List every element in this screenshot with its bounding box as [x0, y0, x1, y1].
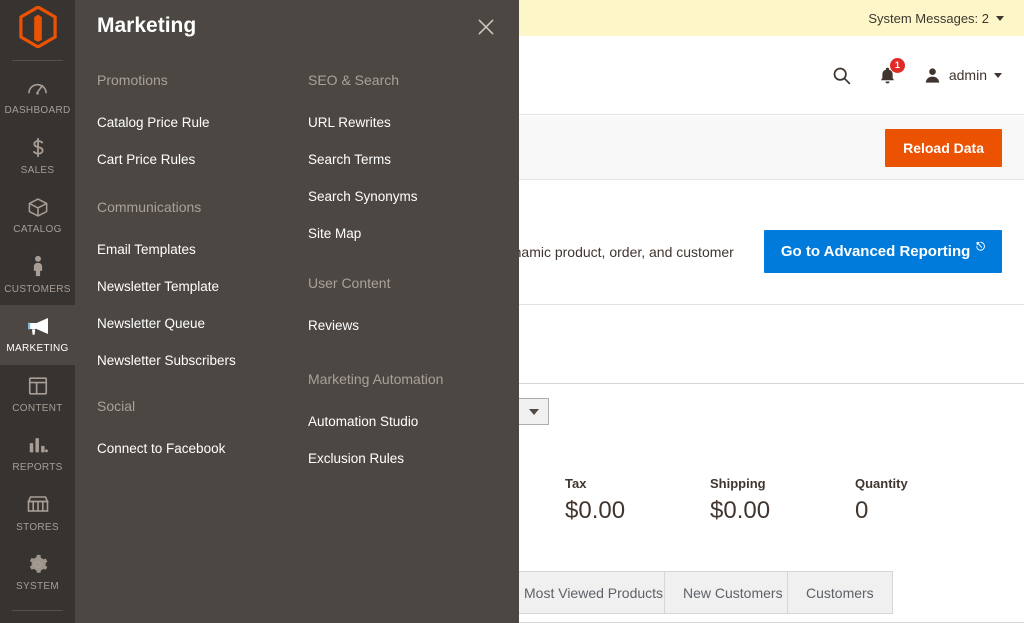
sidebar-item-label: Stores: [16, 521, 59, 533]
sidebar-divider-bottom: [12, 609, 63, 611]
flyout-left-column: Promotions Catalog Price Rule Cart Price…: [97, 72, 308, 504]
admin-sidebar: Dashboard Sales Catalog: [0, 0, 75, 623]
sidebar-item-content[interactable]: Content: [0, 365, 75, 425]
admin-user-name: admin: [948, 67, 987, 83]
go-to-advanced-reporting-button[interactable]: Go to Advanced Reporting ⎋: [763, 230, 1002, 273]
menu-item-email-templates[interactable]: Email Templates: [97, 242, 308, 257]
sidebar-item-system[interactable]: System: [0, 543, 75, 603]
gear-icon: [26, 552, 49, 576]
admin-user-menu[interactable]: admin: [923, 66, 1002, 85]
group-title: Communications: [97, 199, 202, 215]
tab-most-viewed-products[interactable]: Most Viewed Products: [505, 571, 683, 614]
menu-item-catalog-price-rule[interactable]: Catalog Price Rule: [97, 115, 308, 130]
sidebar-item-label: Content: [12, 402, 63, 414]
bar-chart-icon: [27, 433, 49, 457]
menu-item-search-terms[interactable]: Search Terms: [308, 152, 519, 167]
tab-new-customers[interactable]: New Customers: [664, 571, 802, 614]
period-select-dropdown[interactable]: [518, 398, 549, 425]
user-avatar-icon: [925, 67, 940, 83]
chevron-down-icon: [996, 15, 1004, 21]
group-user-content: User Content Reviews: [308, 275, 519, 333]
tab-customers[interactable]: Customers: [787, 571, 893, 614]
menu-item-newsletter-queue[interactable]: Newsletter Queue: [97, 316, 308, 331]
flyout-title: Marketing: [97, 14, 197, 37]
group-title: SEO & Search: [308, 72, 400, 88]
dashboard-gauge-icon: [26, 76, 49, 100]
menu-item-automation-studio[interactable]: Automation Studio: [308, 414, 519, 429]
marketing-flyout-panel: Marketing Promotions Catalog Price Rule …: [75, 0, 519, 623]
chevron-down-icon: [994, 72, 1002, 78]
sidebar-item-label: Catalog: [13, 224, 62, 235]
sidebar-item-dashboard[interactable]: Dashboard: [0, 67, 75, 127]
group-marketing-automation: Marketing Automation Automation Studio E…: [308, 371, 519, 466]
group-title: Social: [97, 398, 136, 414]
group-social: Social Connect to Facebook: [97, 398, 308, 456]
menu-item-newsletter-template[interactable]: Newsletter Template: [97, 279, 308, 294]
sidebar-item-stores[interactable]: Stores: [0, 484, 75, 544]
group-title: User Content: [308, 275, 391, 291]
menu-item-site-map[interactable]: Site Map: [308, 226, 519, 241]
stat-value: 0: [855, 497, 869, 524]
menu-item-newsletter-subscribers[interactable]: Newsletter Subscribers: [97, 353, 308, 368]
system-messages-toggle[interactable]: System Messages: 2: [868, 11, 1004, 26]
storefront-awning-icon: [26, 493, 50, 517]
system-messages-label: System Messages: 2: [868, 10, 989, 26]
stat-label: Tax: [565, 476, 587, 491]
box-icon: [26, 195, 50, 219]
close-x-icon[interactable]: [473, 14, 499, 40]
sidebar-item-label: Reports: [12, 462, 63, 473]
chevron-down-icon: [528, 408, 539, 415]
sidebar-item-catalog[interactable]: Catalog: [0, 186, 75, 246]
notification-badge-count: 1: [889, 57, 905, 73]
menu-item-connect-to-facebook[interactable]: Connect to Facebook: [97, 441, 308, 456]
magento-admin-screen: eir xml configs. System Messages: 2 1: [0, 0, 1024, 623]
megaphone-icon: [25, 314, 51, 338]
menu-item-url-rewrites[interactable]: URL Rewrites: [308, 115, 519, 130]
search-icon[interactable]: [831, 65, 852, 86]
stat-value: $0.00: [565, 497, 626, 524]
menu-item-exclusion-rules[interactable]: Exclusion Rules: [308, 451, 519, 466]
reload-data-button[interactable]: Reload Data: [885, 128, 1002, 167]
menu-item-search-synonyms[interactable]: Search Synonyms: [308, 189, 519, 204]
dollar-sign-icon: [27, 136, 49, 160]
dashboard-stats-row: Tax $0.00 Shipping $0.00 Quantity 0: [565, 476, 1000, 525]
sidebar-item-label: Marketing: [6, 343, 69, 354]
layout-panel-icon: [27, 374, 49, 398]
stat-label: Quantity: [855, 476, 908, 491]
sidebar-item-label: Dashboard: [4, 105, 71, 116]
group-title: Marketing Automation: [308, 371, 444, 387]
stat-value: $0.00: [710, 497, 771, 524]
advanced-reporting-description: ur dynamic product, order, and customer: [482, 243, 734, 260]
external-link-icon: ⎋: [976, 241, 985, 253]
group-communications: Communications Email Templates Newslette…: [97, 199, 308, 368]
magento-logo-icon: [18, 5, 57, 48]
menu-item-cart-price-rules[interactable]: Cart Price Rules: [97, 152, 308, 167]
sidebar-item-label: Customers: [4, 283, 71, 295]
advanced-reporting-button-label: Go to Advanced Reporting: [780, 243, 971, 260]
sidebar-item-sales[interactable]: Sales: [0, 127, 75, 187]
sidebar-item-label: Sales: [20, 164, 55, 176]
group-seo-search: SEO & Search URL Rewrites Search Terms S…: [308, 72, 519, 241]
group-promotions: Promotions Catalog Price Rule Cart Price…: [97, 72, 308, 167]
stat-quantity: Quantity 0: [855, 476, 1000, 525]
sidebar-divider-top: [12, 60, 63, 61]
person-icon: [30, 255, 46, 279]
stat-tax: Tax $0.00: [565, 476, 710, 525]
flyout-right-column: SEO & Search URL Rewrites Search Terms S…: [308, 72, 519, 504]
sidebar-item-reports[interactable]: Reports: [0, 424, 75, 484]
flyout-columns: Promotions Catalog Price Rule Cart Price…: [97, 72, 519, 504]
group-title: Promotions: [97, 72, 168, 88]
sidebar-item-label: System: [16, 581, 59, 592]
stat-shipping: Shipping $0.00: [710, 476, 855, 525]
menu-item-reviews[interactable]: Reviews: [308, 318, 519, 333]
sidebar-item-customers[interactable]: Customers: [0, 246, 75, 306]
stat-label: Shipping: [710, 476, 766, 491]
sidebar-item-find-partners-extensions[interactable]: Find Partners & Extensions: [0, 617, 75, 623]
sidebar-item-marketing[interactable]: Marketing: [0, 305, 75, 365]
notifications-bell-icon[interactable]: 1: [878, 57, 905, 86]
magento-logo[interactable]: [0, 0, 75, 53]
